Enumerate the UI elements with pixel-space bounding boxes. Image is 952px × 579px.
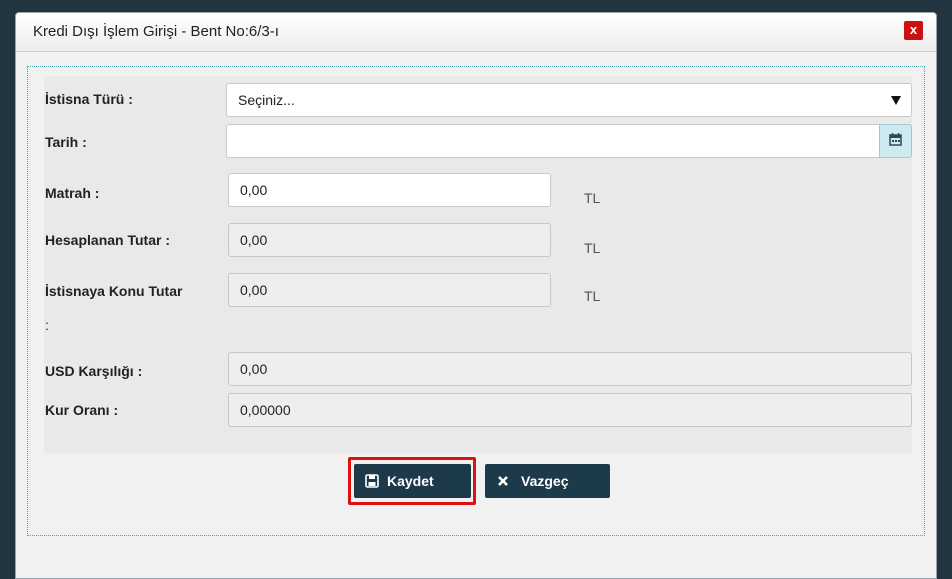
istisna-turu-select[interactable]: Seçiniz... [226, 83, 912, 117]
kur-orani-value: 0,00000 [240, 402, 291, 418]
save-icon [365, 474, 379, 488]
cancel-button[interactable]: Vazgeç [485, 464, 610, 498]
close-button[interactable]: x [904, 21, 923, 40]
save-button-label: Kaydet [387, 473, 434, 489]
hesaplanan-tutar-field: 0,00 [228, 223, 551, 257]
istisna-turu-label: İstisna Türü : [45, 91, 133, 107]
istisnaya-konu-tutar-field: 0,00 [228, 273, 551, 307]
hesaplanan-tutar-value: 0,00 [240, 232, 268, 248]
usd-karsiligi-value: 0,00 [240, 361, 268, 377]
dialog-titlebar[interactable]: Kredi Dışı İşlem Girişi - Bent No:6/3-ı … [16, 13, 936, 52]
istisnaya-konu-tutar-label: İstisnaya Konu Tutar [45, 283, 183, 299]
save-button[interactable]: Kaydet [354, 464, 471, 498]
usd-karsiligi-field: 0,00 [228, 352, 912, 386]
istisnaya-konu-tutar-value: 0,00 [240, 282, 268, 298]
istisna-turu-value: Seçiniz... [238, 92, 295, 108]
hesaplanan-tutar-unit: TL [584, 240, 601, 256]
tarih-label: Tarih : [45, 134, 87, 150]
dialog-title: Kredi Dışı İşlem Girişi - Bent No:6/3-ı [33, 23, 279, 40]
form-panel: İstisna Türü : Seçiniz... Tarih : Matrah… [44, 76, 912, 453]
kur-orani-field: 0,00000 [228, 393, 912, 427]
close-icon: x [909, 22, 918, 37]
istisnaya-konu-tutar-unit: TL [584, 288, 601, 304]
calendar-button[interactable] [879, 124, 912, 158]
x-icon [498, 476, 508, 486]
cancel-button-label: Vazgeç [521, 473, 569, 489]
istisnaya-konu-tutar-label-colon: : [45, 317, 49, 333]
matrah-label: Matrah : [45, 185, 100, 201]
tarih-input[interactable] [226, 124, 880, 158]
usd-karsiligi-label: USD Karşılığı : [45, 363, 143, 379]
kur-orani-label: Kur Oranı : [45, 402, 119, 418]
calendar-icon [889, 133, 902, 146]
chevron-down-icon [891, 96, 901, 105]
matrah-unit: TL [584, 190, 601, 206]
dialog-content: İstisna Türü : Seçiniz... Tarih : Matrah… [27, 66, 925, 536]
dialog: Kredi Dışı İşlem Girişi - Bent No:6/3-ı … [15, 12, 937, 579]
matrah-input[interactable]: 0,00 [228, 173, 551, 207]
matrah-value: 0,00 [240, 182, 268, 198]
hesaplanan-tutar-label: Hesaplanan Tutar : [45, 232, 170, 248]
